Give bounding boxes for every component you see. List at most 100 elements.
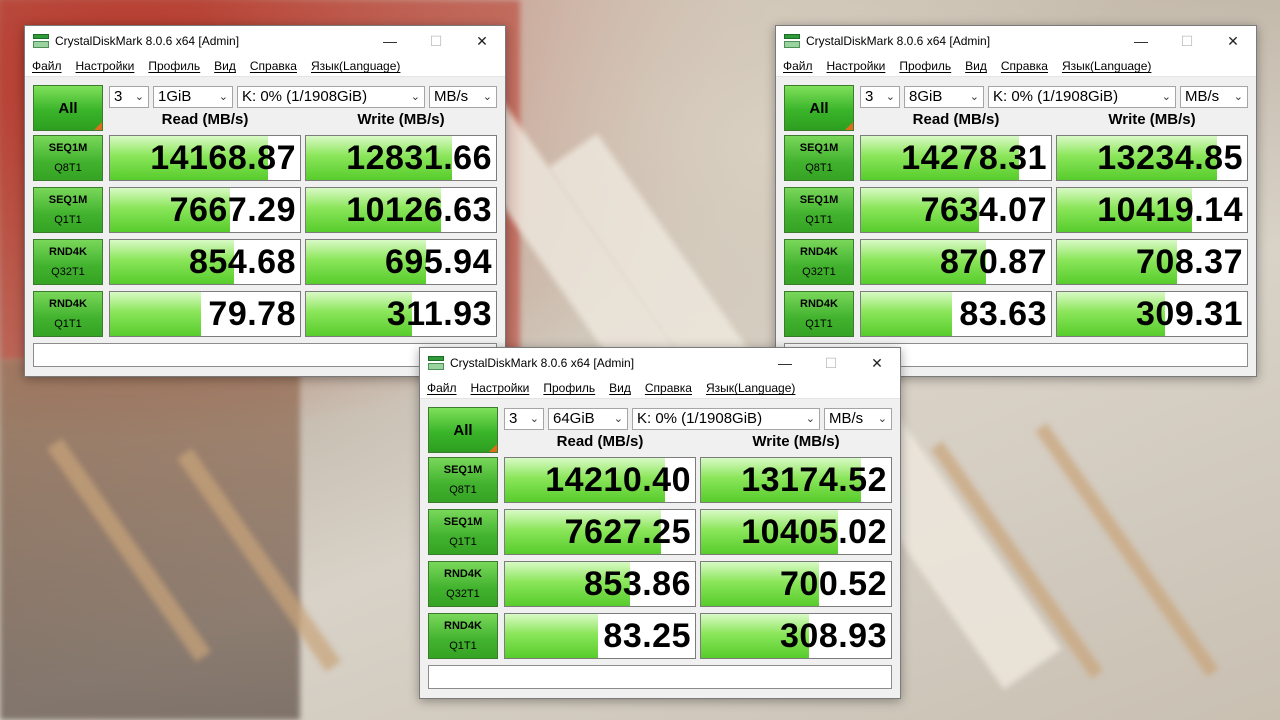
test-params: Q32T1: [802, 266, 836, 278]
menu-language[interactable]: Язык(Language): [1062, 59, 1151, 73]
test-params: Q8T1: [449, 484, 477, 496]
menu-bar: Файл Настройки Профиль Вид Справка Язык(…: [776, 56, 1256, 77]
test-button[interactable]: SEQ1M Q1T1: [428, 509, 498, 555]
test-count-value: 3: [865, 88, 874, 105]
close-icon[interactable]: ✕: [459, 26, 505, 56]
menu-file[interactable]: Файл: [427, 381, 457, 395]
chevron-down-icon: ⌄: [885, 91, 895, 103]
write-value: 695.94: [385, 242, 492, 281]
drive-select[interactable]: K: 0% (1/1908GiB) ⌄: [632, 408, 820, 430]
test-count-select[interactable]: 3 ⌄: [109, 86, 149, 108]
test-name: SEQ1M: [48, 194, 88, 206]
minimize-icon[interactable]: —: [1118, 26, 1164, 56]
title-bar[interactable]: CrystalDiskMark 8.0.6 x64 [Admin] — ☐ ✕: [420, 348, 900, 378]
test-size-select[interactable]: 8GiB ⌄: [904, 86, 984, 108]
test-name: RND4K: [444, 568, 482, 580]
write-value: 12831.66: [346, 138, 492, 177]
menu-settings[interactable]: Настройки: [76, 59, 135, 73]
write-column-header: Write (MB/s): [357, 111, 445, 128]
unit-select[interactable]: MB/s ⌄: [824, 408, 892, 430]
test-button[interactable]: RND4K Q32T1: [428, 561, 498, 607]
menu-profile[interactable]: Профиль: [148, 59, 200, 73]
test-button[interactable]: SEQ1M Q8T1: [428, 457, 498, 503]
maximize-icon[interactable]: ☐: [1164, 26, 1210, 56]
unit-select[interactable]: MB/s ⌄: [1180, 86, 1248, 108]
menu-settings[interactable]: Настройки: [471, 381, 530, 395]
crystaldiskmark-window-1gib: CrystalDiskMark 8.0.6 x64 [Admin] — ☐ ✕ …: [24, 25, 506, 377]
menu-file[interactable]: Файл: [32, 59, 62, 73]
unit-value: MB/s: [829, 410, 864, 427]
unit-select[interactable]: MB/s ⌄: [429, 86, 497, 108]
test-count-select[interactable]: 3 ⌄: [860, 86, 900, 108]
title-bar[interactable]: CrystalDiskMark 8.0.6 x64 [Admin] — ☐ ✕: [25, 26, 505, 56]
test-size-value: 8GiB: [909, 88, 943, 105]
test-button[interactable]: RND4K Q1T1: [33, 291, 103, 337]
menu-language[interactable]: Язык(Language): [311, 59, 400, 73]
menu-view[interactable]: Вид: [214, 59, 236, 73]
menu-file[interactable]: Файл: [783, 59, 813, 73]
menu-profile[interactable]: Профиль: [899, 59, 951, 73]
read-value: 854.68: [189, 242, 296, 281]
corner-marker: [489, 444, 497, 452]
all-button[interactable]: All: [784, 85, 854, 131]
write-value: 708.37: [1136, 242, 1243, 281]
read-bar: [110, 292, 202, 336]
close-icon[interactable]: ✕: [854, 348, 900, 378]
read-result: 14210.40: [504, 457, 696, 503]
crystaldiskmark-window-64gib: CrystalDiskMark 8.0.6 x64 [Admin] — ☐ ✕ …: [419, 347, 901, 699]
read-value: 870.87: [940, 242, 1047, 281]
test-button[interactable]: SEQ1M Q1T1: [33, 187, 103, 233]
comment-field[interactable]: [428, 665, 892, 689]
menu-language[interactable]: Язык(Language): [706, 381, 795, 395]
maximize-icon[interactable]: ☐: [413, 26, 459, 56]
close-icon[interactable]: ✕: [1210, 26, 1256, 56]
menu-view[interactable]: Вид: [609, 381, 631, 395]
test-button[interactable]: RND4K Q32T1: [784, 239, 854, 285]
read-value: 7667.29: [169, 190, 296, 229]
write-result: 700.52: [700, 561, 892, 607]
test-button[interactable]: RND4K Q1T1: [784, 291, 854, 337]
write-value: 308.93: [780, 616, 887, 655]
write-result: 311.93: [305, 291, 497, 337]
test-button[interactable]: SEQ1M Q8T1: [33, 135, 103, 181]
test-button[interactable]: RND4K Q32T1: [33, 239, 103, 285]
all-button-label: All: [58, 99, 78, 117]
all-button[interactable]: All: [33, 85, 103, 131]
test-name: SEQ1M: [443, 464, 483, 476]
read-result: 83.25: [504, 613, 696, 659]
minimize-icon[interactable]: —: [367, 26, 413, 56]
test-name: SEQ1M: [48, 142, 88, 154]
write-result: 309.31: [1056, 291, 1248, 337]
menu-view[interactable]: Вид: [965, 59, 987, 73]
test-size-select[interactable]: 1GiB ⌄: [153, 86, 233, 108]
read-result: 7667.29: [109, 187, 301, 233]
chevron-down-icon: ⌄: [529, 413, 539, 425]
maximize-icon[interactable]: ☐: [808, 348, 854, 378]
menu-profile[interactable]: Профиль: [543, 381, 595, 395]
test-size-select[interactable]: 64GiB ⌄: [548, 408, 628, 430]
write-value: 700.52: [780, 564, 887, 603]
test-button[interactable]: SEQ1M Q1T1: [784, 187, 854, 233]
test-count-select[interactable]: 3 ⌄: [504, 408, 544, 430]
minimize-icon[interactable]: —: [762, 348, 808, 378]
drive-select[interactable]: K: 0% (1/1908GiB) ⌄: [237, 86, 425, 108]
write-result: 13234.85: [1056, 135, 1248, 181]
drive-select[interactable]: K: 0% (1/1908GiB) ⌄: [988, 86, 1176, 108]
menu-help[interactable]: Справка: [1001, 59, 1048, 73]
menu-settings[interactable]: Настройки: [827, 59, 886, 73]
test-button[interactable]: SEQ1M Q8T1: [784, 135, 854, 181]
read-value: 83.25: [603, 616, 691, 655]
test-params: Q1T1: [449, 536, 477, 548]
read-value: 83.63: [959, 294, 1047, 333]
write-result: 10405.02: [700, 509, 892, 555]
write-result: 695.94: [305, 239, 497, 285]
write-value: 13234.85: [1097, 138, 1243, 177]
write-column-header: Write (MB/s): [1108, 111, 1196, 128]
menu-help[interactable]: Справка: [250, 59, 297, 73]
test-params: Q8T1: [54, 162, 82, 174]
menu-help[interactable]: Справка: [645, 381, 692, 395]
all-button[interactable]: All: [428, 407, 498, 453]
title-bar[interactable]: CrystalDiskMark 8.0.6 x64 [Admin] — ☐ ✕: [776, 26, 1256, 56]
test-button[interactable]: RND4K Q1T1: [428, 613, 498, 659]
all-button-label: All: [809, 99, 829, 117]
